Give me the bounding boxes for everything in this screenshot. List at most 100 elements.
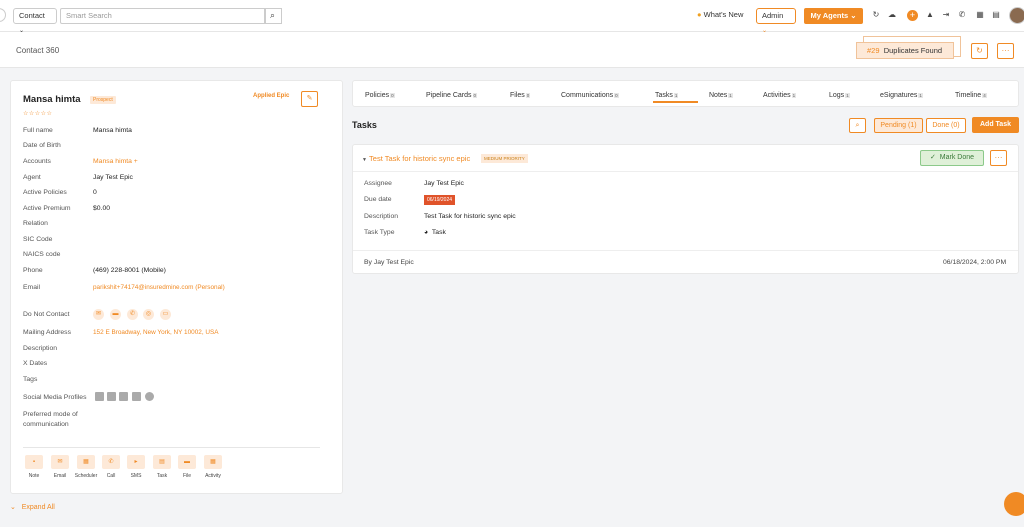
more-icon: ··· <box>994 153 1003 162</box>
expand-all-button[interactable]: ⌄ Expand All <box>10 503 55 511</box>
calendar-icon: ▦ <box>83 459 89 465</box>
smart-search-input[interactable]: Smart Search <box>60 8 265 24</box>
website-icon[interactable] <box>145 392 154 401</box>
accounts-link[interactable]: Mansa himta + <box>93 158 138 165</box>
field-label: Email <box>23 284 40 291</box>
field-label: Social Media Profiles <box>23 394 87 401</box>
task-title-link[interactable]: ▼ Test Task for historic sync epic <box>362 154 470 163</box>
email-action-button[interactable]: ✉ <box>51 455 69 469</box>
phone-value[interactable]: (469) 228-8001 (Mobile) <box>93 267 166 274</box>
contact-name: Mansa himta <box>23 94 81 105</box>
twitter-icon[interactable] <box>119 392 128 401</box>
active-tab-indicator <box>653 101 698 103</box>
field-label: Description <box>23 345 57 352</box>
add-new-button[interactable]: + <box>907 10 918 21</box>
mark-done-label: Mark Done <box>939 154 974 161</box>
refresh-button[interactable]: ↻ <box>971 43 988 59</box>
task-more-button[interactable]: ··· <box>990 150 1007 166</box>
entity-select-value: Contact <box>19 11 45 20</box>
top-bar: Contact ⌄ Smart Search ⌕ ● What's New Ad… <box>0 0 1024 34</box>
tab-count: 1 <box>791 93 797 98</box>
tab-pipeline-cards[interactable]: Pipeline Cards 0 <box>426 92 478 99</box>
field-value: $0.00 <box>93 205 111 212</box>
edit-contact-button[interactable]: ✎ <box>301 91 318 107</box>
tab-label: Activities <box>763 92 791 99</box>
note-action-button[interactable]: ▪ <box>25 455 43 469</box>
tab-count: 0 <box>614 93 619 98</box>
more-icon: ··· <box>1001 46 1010 55</box>
tab-label: Timeline <box>955 92 982 99</box>
field-label: communication <box>23 421 69 428</box>
mail-dnc-icon[interactable]: ▭ <box>160 309 171 320</box>
tab-count: 1 <box>845 93 850 98</box>
entity-select[interactable]: Contact ⌄ <box>13 8 57 34</box>
task-title: Test Task for historic sync epic <box>369 154 471 163</box>
bell-icon[interactable]: ▲ <box>925 10 935 20</box>
field-label: SIC Code <box>23 236 53 243</box>
folder-icon: ▬ <box>184 459 190 465</box>
email-dnc-icon[interactable]: ✉ <box>93 309 104 320</box>
chip-icon[interactable]: ▦ <box>975 10 985 20</box>
search-button[interactable]: ⌕ <box>265 8 282 24</box>
page-title: Contact 360 <box>16 46 60 55</box>
tab-activities[interactable]: Activities 1 <box>763 92 797 99</box>
field-label: NAICS code <box>23 251 61 258</box>
scheduler-action-button[interactable]: ▦ <box>77 455 95 469</box>
voicemail-dnc-icon[interactable]: ◎ <box>143 309 154 320</box>
tab-count: 1 <box>918 93 923 98</box>
chat-widget-button[interactable] <box>1004 492 1024 516</box>
tab-count: 4 <box>982 93 987 98</box>
whats-new-link[interactable]: ● What's New <box>697 10 743 19</box>
done-filter-button[interactable]: Done (0) <box>926 118 966 133</box>
activity-action-button[interactable]: ▦ <box>204 455 222 469</box>
field-value: 0 <box>93 189 97 196</box>
sms-icon: ▸ <box>134 459 138 465</box>
pending-filter-button[interactable]: Pending (1) <box>874 118 923 133</box>
task-search-button[interactable]: ⌕ <box>849 118 866 133</box>
sms-dnc-icon[interactable]: ▬ <box>110 309 121 320</box>
field-label: Active Policies <box>23 189 67 196</box>
role-select[interactable]: Admin ⌄ <box>756 8 796 34</box>
agency-logo: Applied Epic <box>253 93 290 99</box>
task-type-value: ◕ Task <box>424 229 446 236</box>
mark-done-button[interactable]: ✓ Mark Done <box>920 150 984 166</box>
phone-icon[interactable]: ✆ <box>957 10 967 20</box>
duplicates-found-button[interactable]: #29 Duplicates Found <box>856 42 954 59</box>
due-date-badge: 06/19/2024 <box>424 195 456 205</box>
add-task-button[interactable]: Add Task <box>972 117 1019 133</box>
more-options-button[interactable]: ··· <box>997 43 1014 59</box>
tab-esignatures[interactable]: eSignatures 1 <box>880 92 923 99</box>
tab-files[interactable]: Files 0 <box>510 92 531 99</box>
linkedin-icon[interactable] <box>95 392 104 401</box>
duplicates-count: #29 <box>867 46 880 55</box>
address-link[interactable]: 152 E Broadway, New York, NY 10002, USA <box>93 329 219 336</box>
file-action-button[interactable]: ▬ <box>178 455 196 469</box>
instagram-icon[interactable] <box>132 392 141 401</box>
tab-notes[interactable]: Notes 1 <box>709 92 733 99</box>
email-icon: ✉ <box>57 459 63 465</box>
refresh-icon[interactable]: ↻ <box>871 10 881 20</box>
menu-toggle-button[interactable] <box>0 8 6 22</box>
task-action-button[interactable]: ▤ <box>153 455 171 469</box>
divider <box>353 171 1018 172</box>
phone-icon: ✆ <box>108 459 114 465</box>
tab-label: Pipeline Cards <box>426 92 472 99</box>
tab-communications[interactable]: Communications 0 <box>561 92 619 99</box>
tab-logs[interactable]: Logs 1 <box>829 92 850 99</box>
my-agents-button[interactable]: My Agents ⌄ <box>804 8 863 24</box>
call-dnc-icon[interactable]: ✆ <box>127 309 138 320</box>
avatar[interactable] <box>1009 7 1024 24</box>
tab-timeline[interactable]: Timeline 4 <box>955 92 987 99</box>
logout-icon[interactable]: ⇥ <box>941 10 951 20</box>
facebook-icon[interactable] <box>107 392 116 401</box>
tab-label: eSignatures <box>880 92 918 99</box>
document-icon[interactable]: ▤ <box>991 10 1001 20</box>
tab-policies[interactable]: Policies 0 <box>365 92 395 99</box>
email-link[interactable]: parikshit+74174@insuredmine.com (Persona… <box>93 284 225 291</box>
sms-action-button[interactable]: ▸ <box>127 455 145 469</box>
call-action-button[interactable]: ✆ <box>102 455 120 469</box>
tab-tasks[interactable]: Tasks 1 <box>655 92 679 99</box>
rating-stars[interactable]: ☆☆☆☆☆ <box>23 110 52 117</box>
tab-count: 1 <box>728 93 733 98</box>
cloud-sync-icon[interactable]: ☁ <box>887 10 897 20</box>
